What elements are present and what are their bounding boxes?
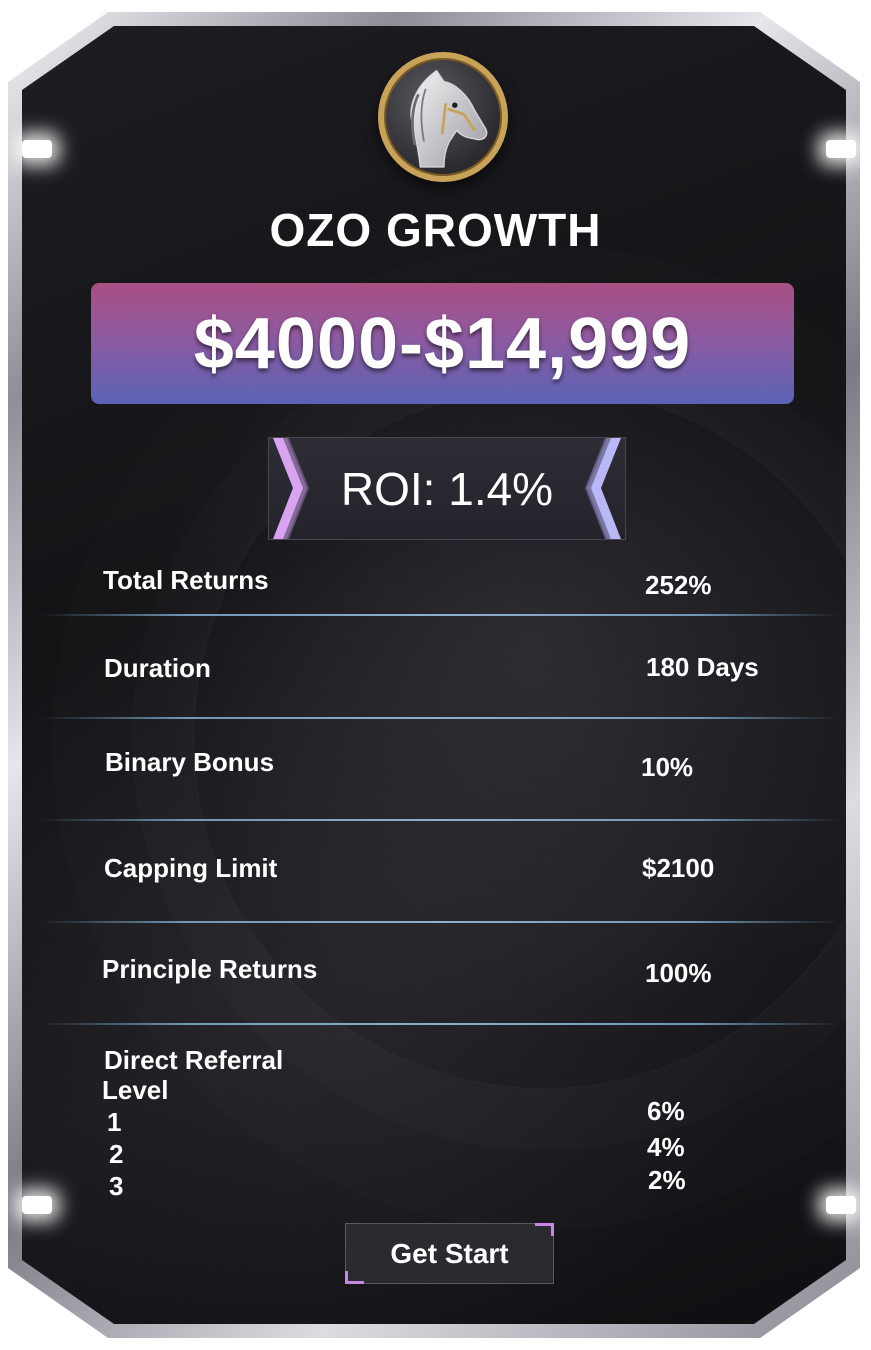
roi-value: ROI: 1.4% bbox=[340, 462, 554, 515]
detail-value-principle-returns: 100% bbox=[645, 958, 712, 988]
detail-label-principle-returns: Principle Returns bbox=[102, 954, 318, 984]
referral-level-value: 6% bbox=[647, 1096, 685, 1126]
referral-level-value: 4% bbox=[647, 1132, 685, 1162]
detail-value-capping-limit: $2100 bbox=[642, 853, 715, 883]
referral-level-label: Level bbox=[102, 1075, 169, 1105]
frame-light-left-bottom bbox=[22, 1196, 52, 1214]
chevron-left-icon bbox=[585, 438, 621, 539]
horse-head-icon bbox=[378, 52, 508, 182]
row-divider bbox=[40, 819, 840, 821]
row-divider bbox=[40, 717, 840, 719]
frame-light-right-top bbox=[826, 140, 856, 158]
price-range-banner: $4000-$14,999 bbox=[91, 283, 794, 404]
get-start-label: Get Start bbox=[390, 1237, 509, 1269]
detail-label-capping-limit: Capping Limit bbox=[104, 853, 278, 883]
row-divider bbox=[40, 921, 840, 923]
detail-value-binary-bonus: 10% bbox=[641, 752, 694, 782]
referral-level-number: 1 bbox=[107, 1107, 122, 1137]
button-corner-accent bbox=[535, 1223, 554, 1236]
detail-label-total-returns: Total Returns bbox=[103, 565, 269, 595]
referral-label: Direct Referral bbox=[104, 1045, 284, 1075]
roi-badge: ROI: 1.4% bbox=[268, 437, 626, 540]
price-range: $4000-$14,999 bbox=[193, 303, 692, 384]
button-corner-accent bbox=[345, 1271, 364, 1284]
frame-light-left-top bbox=[22, 140, 52, 158]
chevron-right-icon bbox=[273, 438, 309, 539]
referral-level-number: 2 bbox=[109, 1139, 124, 1169]
row-divider bbox=[40, 1023, 840, 1025]
get-start-button[interactable]: Get Start bbox=[345, 1223, 554, 1284]
detail-label-duration: Duration bbox=[104, 653, 211, 683]
frame-light-right-bottom bbox=[826, 1196, 856, 1214]
referral-level-number: 3 bbox=[109, 1171, 124, 1201]
detail-value-duration: 180 Days bbox=[646, 652, 759, 682]
detail-label-binary-bonus: Binary Bonus bbox=[105, 747, 275, 777]
referral-level-value: 2% bbox=[648, 1165, 686, 1195]
row-divider bbox=[40, 614, 840, 616]
plan-title: OZO GROWTH bbox=[269, 204, 602, 256]
detail-value-total-returns: 252% bbox=[645, 570, 712, 600]
